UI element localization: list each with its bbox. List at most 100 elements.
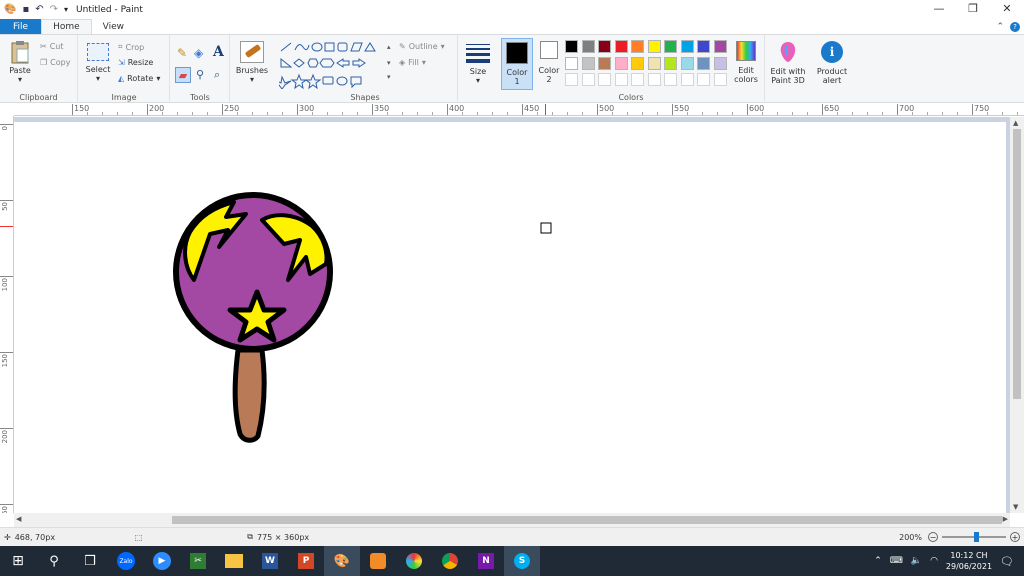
palette-swatch[interactable] xyxy=(664,40,677,53)
palette-swatch[interactable] xyxy=(614,56,628,70)
network-icon[interactable]: ◠ xyxy=(930,556,938,566)
taskbar-skype[interactable]: S xyxy=(504,546,540,576)
search-button[interactable]: ⚲ xyxy=(36,546,72,576)
paste-button[interactable]: Paste ▾ xyxy=(6,40,34,84)
scroll-up-arrow-icon[interactable]: ▲ xyxy=(1013,119,1018,127)
task-view-button[interactable]: ❒ xyxy=(72,546,108,576)
palette-swatch[interactable] xyxy=(697,40,710,53)
redo-icon[interactable]: ↷ xyxy=(50,4,58,15)
show-hidden-icons-icon[interactable]: ⌃ xyxy=(874,556,882,566)
start-button[interactable]: ⊞ xyxy=(0,546,36,576)
cut-button[interactable]: ✂ Cut xyxy=(40,42,64,51)
outline-button[interactable]: ✎ Outline ▾ xyxy=(399,42,445,51)
taskbar-powerpoint[interactable]: P xyxy=(288,546,324,576)
vertical-scroll-thumb[interactable] xyxy=(1013,129,1021,399)
custom-color-slot[interactable] xyxy=(631,73,644,86)
palette-swatch[interactable] xyxy=(647,56,661,70)
taskbar-app-orange[interactable] xyxy=(360,546,396,576)
palette-swatch[interactable] xyxy=(647,40,661,53)
clock[interactable]: 10:12 CH 29/06/2021 xyxy=(946,550,992,572)
pencil-icon[interactable]: ✎ xyxy=(177,46,187,60)
size-button[interactable]: Size ▾ xyxy=(463,42,493,85)
taskbar-zoom[interactable]: ▶ xyxy=(144,546,180,576)
scroll-left-arrow-icon[interactable]: ◀ xyxy=(16,515,21,523)
maximize-button[interactable]: ❐ xyxy=(956,0,990,17)
text-icon[interactable]: A xyxy=(213,44,224,60)
save-icon[interactable]: ▪ xyxy=(22,4,29,15)
scroll-down-arrow-icon[interactable]: ▼ xyxy=(1013,503,1018,511)
custom-color-slot[interactable] xyxy=(647,73,661,86)
custom-color-slot[interactable] xyxy=(713,73,727,86)
taskbar-app-colorful[interactable] xyxy=(396,546,432,576)
custom-color-slot[interactable] xyxy=(614,73,628,86)
taskbar-onenote[interactable]: N xyxy=(468,546,504,576)
palette-swatch[interactable] xyxy=(565,56,578,70)
custom-color-slot[interactable] xyxy=(598,73,611,86)
custom-color-slot[interactable] xyxy=(565,73,578,86)
drawing-canvas[interactable] xyxy=(14,122,1006,513)
notifications-icon[interactable]: 🗨 xyxy=(1000,555,1014,568)
input-method-icon[interactable]: ⌨ xyxy=(890,556,903,566)
custom-color-slot[interactable] xyxy=(680,73,694,86)
magnifier-icon[interactable]: ⌕ xyxy=(214,68,220,82)
undo-icon[interactable]: ↶ xyxy=(35,4,43,15)
taskbar-zalo[interactable]: Zalo xyxy=(108,546,144,576)
shapes-scroll-icon[interactable]: ▴ xyxy=(387,43,391,51)
crop-button[interactable]: ⌗ Crop xyxy=(118,42,144,52)
palette-swatch[interactable] xyxy=(697,56,710,70)
zoom-in-icon[interactable]: + xyxy=(1010,532,1020,542)
palette-swatch[interactable] xyxy=(598,56,611,70)
palette-swatch[interactable] xyxy=(713,56,727,70)
rotate-button[interactable]: ◭ Rotate ▾ xyxy=(118,74,160,83)
tab-home[interactable]: Home xyxy=(41,19,92,34)
brushes-button[interactable]: Brushes ▾ xyxy=(234,41,270,84)
palette-swatch[interactable] xyxy=(614,40,628,53)
edit-with-paint3d-button[interactable]: Edit with Paint 3D xyxy=(766,41,810,85)
palette-swatch[interactable] xyxy=(598,40,611,53)
product-alert-button[interactable]: i Product alert xyxy=(811,41,853,85)
taskbar-file-explorer[interactable] xyxy=(216,546,252,576)
zoom-out-icon[interactable]: − xyxy=(928,532,938,542)
color1-button[interactable]: Color 1 xyxy=(501,38,533,90)
scroll-right-arrow-icon[interactable]: ▶ xyxy=(1003,515,1008,523)
zoom-slider-thumb[interactable] xyxy=(974,532,979,542)
taskbar-chrome[interactable] xyxy=(432,546,468,576)
palette-swatch[interactable] xyxy=(664,56,677,70)
taskbar-snipping[interactable]: ✂ xyxy=(180,546,216,576)
tab-file[interactable]: File xyxy=(0,19,42,34)
color2-button[interactable]: Color 2 xyxy=(535,41,563,84)
edit-colors-button[interactable]: Edit colors xyxy=(731,41,761,84)
palette-swatch[interactable] xyxy=(581,40,595,53)
collapse-ribbon-icon[interactable]: ⌃ xyxy=(996,22,1004,32)
custom-color-slot[interactable] xyxy=(697,73,710,86)
palette-swatch[interactable] xyxy=(565,40,578,53)
fill-button[interactable]: ◈ Fill ▾ xyxy=(399,58,426,67)
resize-button[interactable]: ⇲ Resize xyxy=(118,58,153,67)
shapes-gallery[interactable] xyxy=(279,41,391,89)
color-picker-icon[interactable]: ⚲ xyxy=(196,68,204,81)
tab-view[interactable]: View xyxy=(92,19,135,34)
close-button[interactable]: ✕ xyxy=(990,0,1024,17)
copy-button[interactable]: ❐ Copy xyxy=(40,58,70,67)
palette-swatch[interactable] xyxy=(680,56,694,70)
palette-swatch[interactable] xyxy=(631,56,644,70)
horizontal-scroll-thumb[interactable] xyxy=(172,516,1002,524)
help-icon[interactable]: ? xyxy=(1010,21,1020,32)
fill-bucket-icon[interactable]: ◈ xyxy=(194,46,203,60)
custom-color-slot[interactable] xyxy=(581,73,595,86)
zoom-slider[interactable] xyxy=(942,532,1006,542)
vertical-scrollbar[interactable]: ▲ ▼ xyxy=(1010,117,1024,513)
horizontal-scrollbar[interactable]: ◀ ▶ xyxy=(14,513,1010,527)
taskbar-word[interactable]: W xyxy=(252,546,288,576)
volume-icon[interactable]: 🔈 xyxy=(911,556,922,566)
custom-color-slot[interactable] xyxy=(664,73,677,86)
palette-swatch[interactable] xyxy=(631,40,644,53)
customize-quick-access-icon[interactable]: ▾ xyxy=(64,5,68,14)
taskbar-paint[interactable]: 🎨 xyxy=(324,546,360,576)
minimize-button[interactable]: — xyxy=(922,0,956,17)
eraser-icon[interactable]: ▰ xyxy=(175,67,191,83)
palette-swatch[interactable] xyxy=(581,56,595,70)
palette-swatch[interactable] xyxy=(680,40,694,53)
palette-swatch[interactable] xyxy=(713,40,727,53)
select-button[interactable]: Select ▾ xyxy=(85,43,111,83)
